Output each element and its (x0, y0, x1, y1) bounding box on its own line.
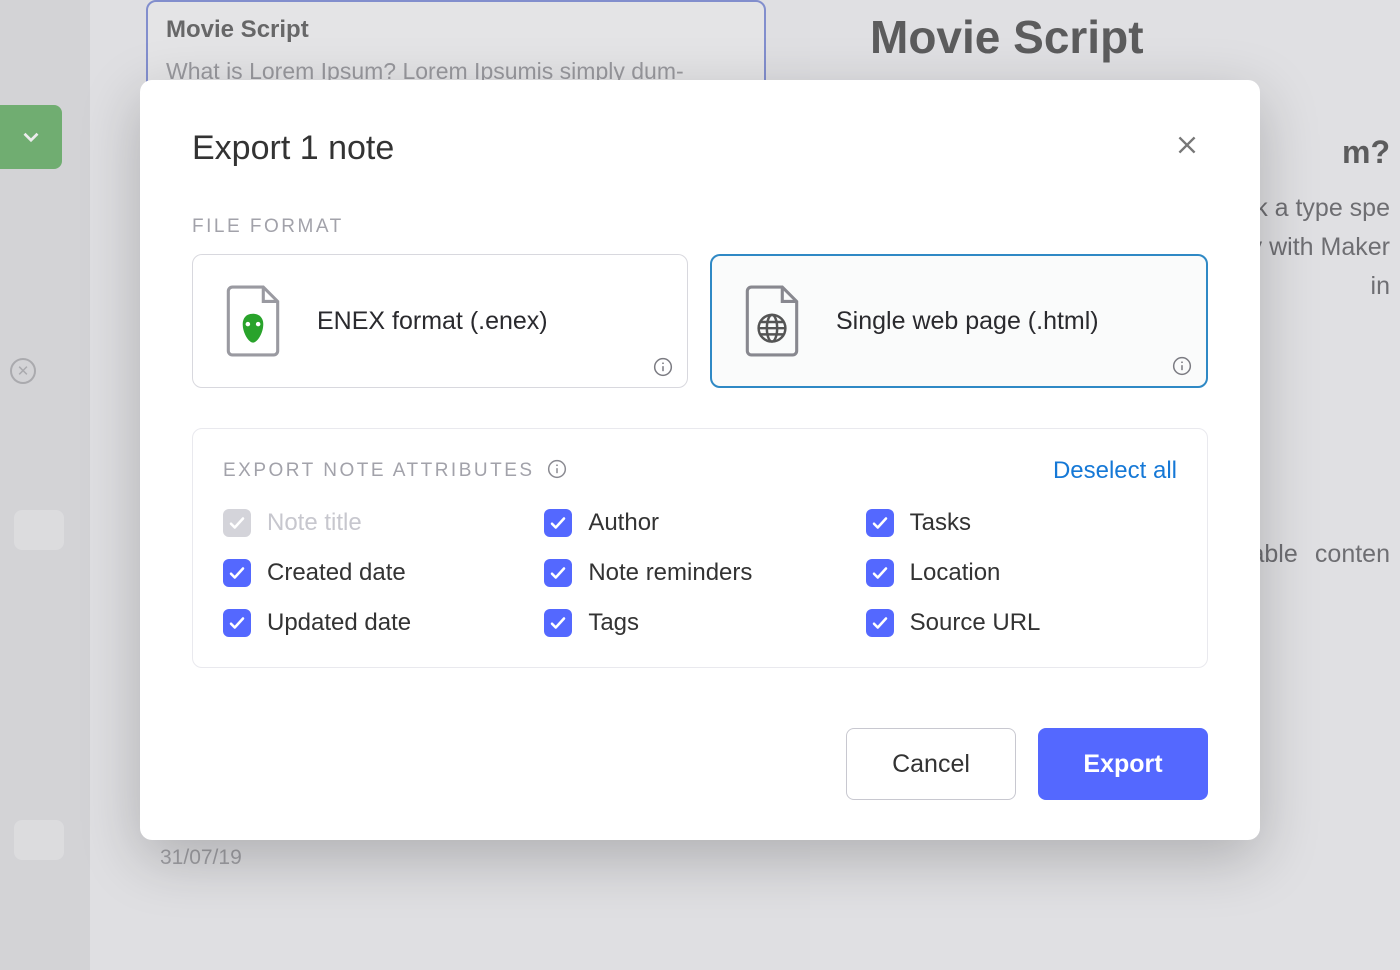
close-icon (1174, 132, 1200, 158)
attribute-label: Created date (267, 559, 406, 587)
checkbox-icon (223, 509, 251, 537)
attribute-source_url[interactable]: Source URL (866, 609, 1177, 637)
info-icon[interactable] (653, 357, 673, 377)
attribute-label: Updated date (267, 609, 411, 637)
modal-header: Export 1 note (192, 128, 1208, 168)
export-modal: Export 1 note FILE FORMAT ENEX format (.… (140, 80, 1260, 840)
info-icon[interactable] (1172, 356, 1192, 376)
checkbox-icon (223, 559, 251, 587)
checkbox-icon (544, 509, 572, 537)
deselect-all-link[interactable]: Deselect all (1053, 457, 1177, 485)
export-button[interactable]: Export (1038, 728, 1208, 800)
modal-title: Export 1 note (192, 129, 394, 168)
attributes-grid: Note title Author Tasks Created date Note re… (223, 509, 1177, 637)
close-button[interactable] (1166, 128, 1208, 168)
file-enex-icon (223, 285, 283, 357)
attribute-created_date[interactable]: Created date (223, 559, 534, 587)
file-html-icon (742, 285, 802, 357)
attribute-label: Location (910, 559, 1001, 587)
checkbox-icon (544, 559, 572, 587)
attribute-label: Tags (588, 609, 639, 637)
info-icon[interactable] (547, 459, 567, 484)
checkbox-icon (866, 559, 894, 587)
attribute-tags[interactable]: Tags (544, 609, 855, 637)
export-attributes-label: EXPORT NOTE ATTRIBUTES (223, 460, 535, 482)
format-option-enex[interactable]: ENEX format (.enex) (192, 254, 688, 388)
attribute-label: Tasks (910, 509, 971, 537)
attribute-label: Note reminders (588, 559, 752, 587)
checkbox-icon (866, 509, 894, 537)
modal-footer: Cancel Export (192, 728, 1208, 800)
checkbox-icon (223, 609, 251, 637)
format-option-html[interactable]: Single web page (.html) (710, 254, 1208, 388)
format-option-label: Single web page (.html) (836, 307, 1099, 336)
attribute-note_reminders[interactable]: Note reminders (544, 559, 855, 587)
checkbox-icon (866, 609, 894, 637)
attribute-label: Source URL (910, 609, 1041, 637)
attribute-label: Note title (267, 509, 362, 537)
attribute-tasks[interactable]: Tasks (866, 509, 1177, 537)
attribute-author[interactable]: Author (544, 509, 855, 537)
format-option-label: ENEX format (.enex) (317, 307, 548, 336)
attribute-location[interactable]: Location (866, 559, 1177, 587)
file-format-options: ENEX format (.enex) Single web page (.ht… (192, 254, 1208, 388)
attribute-note_title: Note title (223, 509, 534, 537)
file-format-label: FILE FORMAT (192, 216, 1208, 238)
attribute-label: Author (588, 509, 659, 537)
attribute-updated_date[interactable]: Updated date (223, 609, 534, 637)
export-attributes-panel: EXPORT NOTE ATTRIBUTES Deselect all Note… (192, 428, 1208, 668)
cancel-button[interactable]: Cancel (846, 728, 1016, 800)
checkbox-icon (544, 609, 572, 637)
